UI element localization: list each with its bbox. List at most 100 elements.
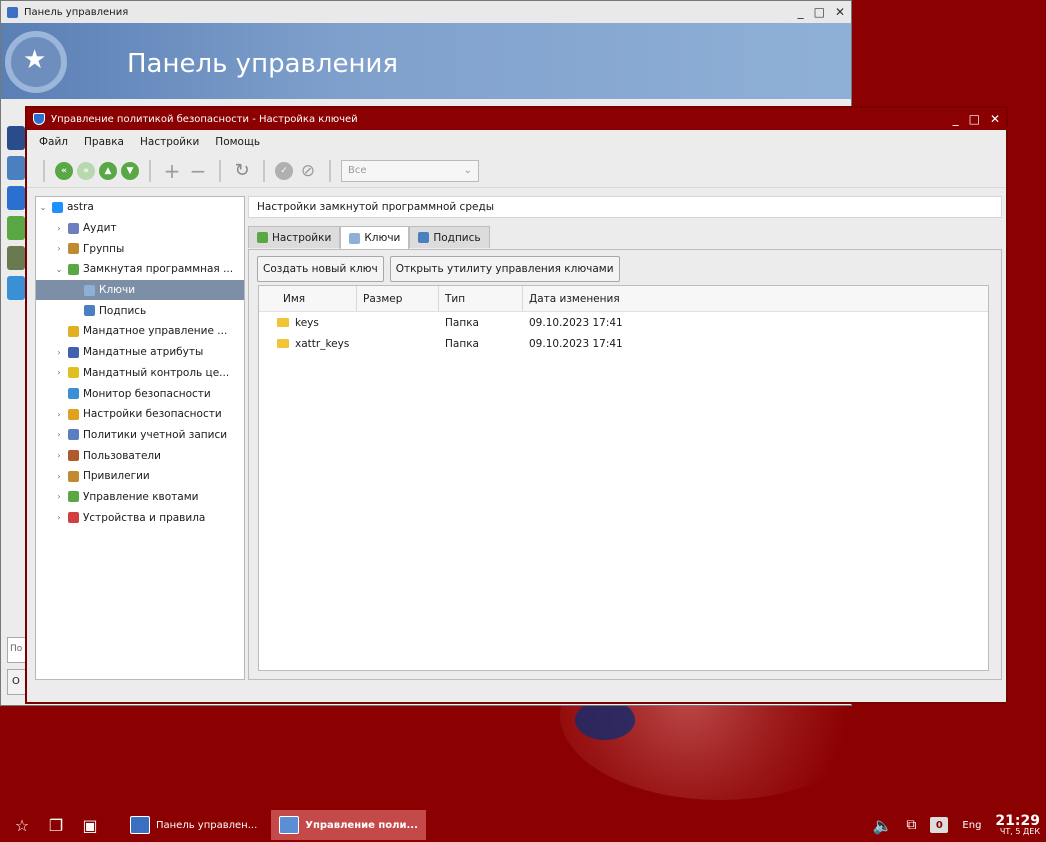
tree-item[interactable]: › Политики учетной записи (36, 425, 244, 446)
tab-signature[interactable]: Подпись (409, 226, 490, 248)
maximize-icon[interactable]: □ (814, 5, 825, 19)
tree-item-label: Замкнутая программная ... (83, 263, 234, 276)
tree-item[interactable]: › Мандатный контроль це... (36, 363, 244, 384)
taskbar-item-control-panel[interactable]: Панель управлен... (122, 810, 265, 840)
remove-icon[interactable]: − (187, 159, 209, 183)
add-icon[interactable]: + (161, 159, 183, 183)
table-row[interactable]: keys Папка 09.10.2023 17:41 (259, 312, 988, 333)
tree-item[interactable]: › Привилегии (36, 466, 244, 487)
file-manager-icon[interactable]: ▣ (78, 814, 102, 836)
toolbar-separator (219, 159, 221, 182)
tree-item[interactable]: › Управление квотами (36, 487, 244, 508)
category-icon[interactable] (7, 216, 25, 240)
apply-check-icon[interactable]: ✓ (275, 161, 293, 180)
volume-icon[interactable]: 🔈 (872, 816, 892, 835)
keyboard-layout[interactable]: Eng (962, 820, 981, 831)
menu-help[interactable]: Помощь (215, 136, 260, 148)
control-panel-button[interactable]: О (7, 669, 27, 695)
category-icon[interactable] (7, 186, 25, 210)
tree-item[interactable]: Подпись (36, 300, 244, 321)
category-icon[interactable] (7, 246, 25, 270)
signature-tab-icon (418, 232, 430, 243)
menu-edit[interactable]: Правка (84, 136, 124, 148)
collapse-chevron-icon[interactable]: › (54, 368, 64, 377)
tree-item-icon (68, 408, 79, 420)
collapse-chevron-icon[interactable]: › (54, 513, 64, 522)
tree-item[interactable]: › Группы (36, 238, 244, 259)
column-size[interactable]: Размер (357, 286, 439, 311)
expand-chevron-icon[interactable]: ⌄ (38, 203, 48, 212)
collapse-chevron-icon[interactable]: › (54, 430, 64, 439)
tab-settings[interactable]: Настройки (248, 226, 341, 248)
navigate-last-icon[interactable]: » (77, 161, 95, 180)
tree-item-icon (68, 325, 79, 337)
close-icon[interactable]: ✕ (990, 112, 1000, 126)
tree-item-label: Подпись (99, 304, 147, 317)
collapse-chevron-icon[interactable]: › (54, 472, 64, 481)
taskbar-item-security-policy[interactable]: Управление поли... (271, 810, 426, 840)
minimize-icon[interactable]: _ (953, 112, 959, 126)
tree-item[interactable]: Монитор безопасности (36, 383, 244, 404)
collapse-chevron-icon[interactable]: › (54, 244, 64, 253)
start-menu-star-icon[interactable]: ☆ (10, 814, 34, 836)
tree-item-icon (68, 491, 79, 503)
keys-table[interactable]: Имя Размер Тип Дата изменения keys Папка 0… (258, 285, 989, 671)
tree-item[interactable]: › Мандатные атрибуты (36, 342, 244, 363)
tab-keys[interactable]: Ключи (340, 226, 410, 249)
open-key-utility-button[interactable]: Открыть утилиту управления ключами (389, 256, 620, 282)
table-header: Имя Размер Тип Дата изменения (259, 286, 988, 312)
toolbar-separator (43, 159, 45, 182)
collapse-chevron-icon[interactable]: › (54, 410, 64, 419)
workspace-indicator[interactable]: 0 (930, 817, 949, 833)
navigate-first-icon[interactable]: « (55, 161, 73, 180)
menu-file[interactable]: Файл (39, 136, 68, 148)
shield-task-icon (279, 816, 300, 834)
maximize-icon[interactable]: □ (969, 112, 980, 126)
security-policy-window[interactable]: Управление политикой безопасности - Наст… (25, 106, 1008, 704)
tree-item-icon (68, 346, 79, 358)
tree-item[interactable]: ⌄ Замкнутая программная ... (36, 259, 244, 280)
tree-item[interactable]: › Настройки безопасности (36, 404, 244, 425)
system-tray: 🔈 ⧉ 0 Eng 21:29 ЧТ, 5 ДЕК (872, 808, 1040, 842)
minimize-icon[interactable]: _ (798, 5, 804, 19)
navigate-down-icon[interactable]: ▼ (121, 161, 139, 180)
table-cell: keys (259, 317, 357, 329)
create-key-button[interactable]: Создать новый ключ (257, 256, 384, 282)
refresh-icon[interactable]: ↻ (231, 160, 253, 181)
category-icon[interactable] (7, 126, 25, 150)
navigation-tree[interactable]: ⌄ astra › Аудит › Группы ⌄ Замкнутая программна… (35, 196, 245, 680)
collapse-chevron-icon[interactable]: › (54, 224, 64, 233)
category-icon[interactable] (7, 276, 25, 300)
menu-bar: Файл Правка Настройки Помощь (27, 130, 1006, 154)
column-modified[interactable]: Дата изменения (523, 286, 988, 311)
show-desktop-icon[interactable]: ❐ (44, 814, 68, 836)
security-policy-titlebar[interactable]: Управление политикой безопасности - Наст… (27, 108, 1006, 130)
tree-item[interactable]: › Аудит (36, 218, 244, 239)
expand-chevron-icon[interactable]: ⌄ (54, 265, 64, 274)
collapse-chevron-icon[interactable]: › (54, 348, 64, 357)
tree-item[interactable]: › Пользователи (36, 445, 244, 466)
column-type[interactable]: Тип (439, 286, 523, 311)
tree-item-label: Мандатный контроль це... (83, 366, 230, 379)
tree-item[interactable]: ⌄ astra (36, 197, 244, 218)
tree-item[interactable]: Ключи (36, 279, 244, 301)
column-name[interactable]: Имя (259, 286, 357, 311)
tree-item[interactable]: Мандатное управление ... (36, 321, 244, 342)
navigate-up-icon[interactable]: ▲ (99, 161, 117, 180)
tree-item-icon (52, 201, 63, 213)
network-icon[interactable]: ⧉ (906, 817, 916, 833)
close-icon[interactable]: ✕ (835, 5, 845, 19)
collapse-chevron-icon[interactable]: › (54, 451, 64, 460)
filter-combobox[interactable]: Все ⌄ (341, 159, 479, 182)
cell-type: Папка (445, 316, 479, 329)
tree-item[interactable]: › Устройства и правила (36, 507, 244, 528)
collapse-chevron-icon[interactable]: › (54, 492, 64, 501)
search-input[interactable]: По (7, 637, 27, 663)
cancel-icon[interactable]: ⊘ (297, 161, 319, 181)
clock[interactable]: 21:29 ЧТ, 5 ДЕК (995, 814, 1040, 836)
toolbar: « » ▲ ▼ + − ↻ ✓ ⊘ Все ⌄ (27, 154, 1006, 188)
menu-settings[interactable]: Настройки (140, 136, 199, 148)
table-row[interactable]: xattr_keys Папка 09.10.2023 17:41 (259, 333, 988, 354)
control-panel-titlebar[interactable]: Панель управления _ □ ✕ (1, 1, 851, 23)
category-icon[interactable] (7, 156, 25, 180)
